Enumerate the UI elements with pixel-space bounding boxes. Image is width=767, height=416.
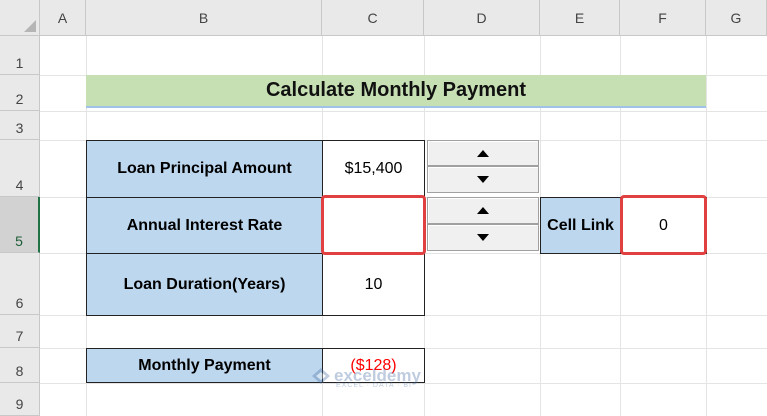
column-header-a[interactable]: A <box>40 0 86 36</box>
arrow-up-icon <box>477 149 489 157</box>
principal-label-cell[interactable]: Loan Principal Amount <box>86 140 323 198</box>
watermark: exceldemy EXCEL · DATA · BI <box>312 367 421 389</box>
watermark-tagline: EXCEL · DATA · BI <box>336 382 412 389</box>
sheet-title[interactable]: Calculate Monthly Payment <box>86 75 706 108</box>
column-header-e[interactable]: E <box>540 0 620 36</box>
arrow-down-icon <box>477 176 489 183</box>
column-header-c[interactable]: C <box>322 0 424 36</box>
principal-spin-up-button[interactable] <box>427 140 539 166</box>
principal-value-cell[interactable]: $15,400 <box>322 140 425 198</box>
spreadsheet: A B C D E F G 1 2 3 4 5 6 7 8 9 Calculat… <box>0 0 767 416</box>
row-header-9[interactable]: 9 <box>0 383 40 416</box>
arrow-down-icon <box>477 234 489 241</box>
row-header-6[interactable]: 6 <box>0 253 40 315</box>
watermark-block: exceldemy EXCEL · DATA · BI <box>312 367 421 389</box>
rate-spin-up-button[interactable] <box>427 197 539 224</box>
duration-value-cell[interactable]: 10 <box>322 253 425 316</box>
row-header-5[interactable]: 5 <box>0 197 40 253</box>
duration-label-cell[interactable]: Loan Duration(Years) <box>86 253 323 316</box>
row-header-1[interactable]: 1 <box>0 36 40 75</box>
select-all-triangle-icon <box>24 20 36 32</box>
column-header-b[interactable]: B <box>86 0 322 36</box>
column-header-g[interactable]: G <box>706 0 767 36</box>
rate-spin-down-button[interactable] <box>427 224 539 251</box>
payment-label-cell[interactable]: Monthly Payment <box>86 348 323 383</box>
column-header-d[interactable]: D <box>424 0 540 36</box>
column-header-f[interactable]: F <box>620 0 706 36</box>
rate-cell-highlight <box>321 195 426 255</box>
cell-link-label-cell[interactable]: Cell Link <box>540 197 621 254</box>
exceldemy-logo-icon <box>312 368 330 384</box>
row-header-7[interactable]: 7 <box>0 315 40 348</box>
row-header-2[interactable]: 2 <box>0 75 40 111</box>
principal-spin-down-button[interactable] <box>427 166 539 193</box>
cell-link-highlight <box>620 195 707 255</box>
select-all-corner[interactable] <box>0 0 40 36</box>
rate-label-cell[interactable]: Annual Interest Rate <box>86 197 323 254</box>
arrow-up-icon <box>477 207 489 214</box>
gridline <box>40 111 767 112</box>
row-header-8[interactable]: 8 <box>0 348 40 383</box>
row-header-3[interactable]: 3 <box>0 111 40 140</box>
row-header-4[interactable]: 4 <box>0 140 40 197</box>
